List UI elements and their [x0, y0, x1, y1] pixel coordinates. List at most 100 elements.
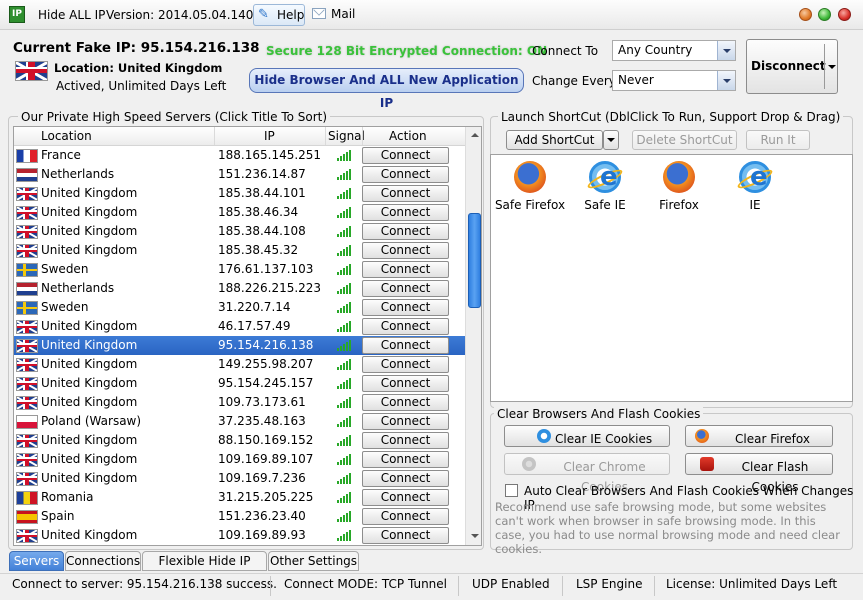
- chevron-down-icon[interactable]: [717, 71, 735, 90]
- disconnect-button[interactable]: Disconnect: [746, 39, 838, 94]
- signal-strength-icon: [337, 397, 351, 408]
- connect-button[interactable]: Connect: [362, 261, 449, 278]
- minimize-button[interactable]: [799, 8, 812, 21]
- column-header-action[interactable]: Action: [389, 129, 427, 143]
- change-every-select[interactable]: Never: [612, 70, 736, 91]
- server-location: United Kingdom: [41, 471, 138, 485]
- table-row[interactable]: United Kingdom 185.38.44.101 Connect: [14, 184, 465, 203]
- table-row[interactable]: United Kingdom 109.169.7.236 Connect: [14, 469, 465, 488]
- connect-button[interactable]: Connect: [362, 299, 449, 316]
- shortcut-label: Safe Firefox: [494, 198, 566, 212]
- connect-button[interactable]: Connect: [362, 204, 449, 221]
- server-ip: 185.38.46.34: [218, 205, 299, 219]
- connect-button[interactable]: Connect: [362, 451, 449, 468]
- auto-clear-checkbox[interactable]: [505, 484, 518, 497]
- add-shortcut-button[interactable]: Add ShortCut: [506, 130, 603, 150]
- table-row[interactable]: Sweden 176.61.137.103 Connect: [14, 260, 465, 279]
- connect-button[interactable]: Connect: [362, 470, 449, 487]
- run-it-button[interactable]: Run It: [746, 130, 810, 150]
- chevron-down-icon[interactable]: [828, 65, 836, 69]
- connect-button[interactable]: Connect: [362, 242, 449, 259]
- mail-icon: [312, 8, 326, 19]
- connect-button[interactable]: Connect: [362, 489, 449, 506]
- table-row[interactable]: United Kingdom 109.169.89.107 Connect: [14, 450, 465, 469]
- table-row[interactable]: Netherlands 151.236.14.87 Connect: [14, 165, 465, 184]
- server-ip: 149.255.98.207: [218, 357, 314, 371]
- table-row[interactable]: Sweden 31.220.7.14 Connect: [14, 298, 465, 317]
- table-row[interactable]: United Kingdom 95.154.216.138 Connect: [14, 336, 465, 355]
- table-row[interactable]: France 188.165.145.251 Connect: [14, 146, 465, 165]
- chevron-down-icon[interactable]: [717, 41, 735, 60]
- connect-button[interactable]: Connect: [362, 413, 449, 430]
- scroll-up-arrow-icon[interactable]: [467, 127, 481, 144]
- split-divider: [824, 44, 825, 89]
- connect-button[interactable]: Connect: [362, 166, 449, 183]
- scrollbar-thumb[interactable]: [468, 213, 481, 308]
- tab-flexible-hide-ip-rules[interactable]: Flexible Hide IP Rules: [142, 551, 267, 586]
- server-location: France: [41, 148, 81, 162]
- table-row[interactable]: United Kingdom 109.169.89.93 Connect: [14, 526, 465, 545]
- connect-button[interactable]: Connect: [362, 375, 449, 392]
- shortcut-firefox[interactable]: Firefox: [641, 161, 717, 212]
- app-name: Hide ALL IP: [38, 8, 106, 22]
- connect-button[interactable]: Connect: [362, 508, 449, 525]
- table-row[interactable]: United Kingdom 109.73.173.61 Connect: [14, 393, 465, 412]
- table-row[interactable]: United Kingdom 185.38.44.108 Connect: [14, 222, 465, 241]
- scroll-down-arrow-icon[interactable]: [467, 528, 481, 545]
- table-row[interactable]: Romania 31.215.205.225 Connect: [14, 488, 465, 507]
- se-flag-icon: [16, 263, 38, 277]
- server-table: Location IP Signal Action France 188.165.…: [13, 126, 482, 546]
- clear-ie-cookies-button[interactable]: Clear IE Cookies: [504, 425, 670, 447]
- clear-firefox-cookies-button[interactable]: Clear Firefox Cookies: [685, 425, 833, 466]
- connect-button[interactable]: Connect: [362, 280, 449, 297]
- server-location: United Kingdom: [41, 433, 138, 447]
- table-row[interactable]: United Kingdom 95.154.245.157 Connect: [14, 374, 465, 393]
- server-location: United Kingdom: [41, 319, 138, 333]
- shortcut-safe-ie[interactable]: Safe IE: [567, 161, 643, 212]
- connect-button[interactable]: Connect: [362, 337, 449, 354]
- server-location: Sweden: [41, 262, 89, 276]
- connect-button[interactable]: Connect: [362, 527, 449, 544]
- table-row[interactable]: United Kingdom 46.17.57.49 Connect: [14, 317, 465, 336]
- column-header-signal[interactable]: Signal: [328, 129, 365, 143]
- connect-button[interactable]: Connect: [362, 147, 449, 164]
- table-row[interactable]: Netherlands 188.226.215.223 Connect: [14, 279, 465, 298]
- connect-button[interactable]: Connect: [362, 394, 449, 411]
- column-header-location[interactable]: Location: [41, 129, 92, 143]
- table-row[interactable]: United Kingdom 88.150.169.152 Connect: [14, 431, 465, 450]
- nl-flag-icon: [16, 168, 38, 182]
- table-row[interactable]: Poland (Warsaw) 37.235.48.163 Connect: [14, 412, 465, 431]
- connect-button[interactable]: Connect: [362, 185, 449, 202]
- connect-button[interactable]: Connect: [362, 318, 449, 335]
- server-ip: 88.150.169.152: [218, 433, 314, 447]
- tab-connections[interactable]: Connections: [65, 551, 141, 571]
- server-location: Netherlands: [41, 167, 115, 181]
- close-button[interactable]: [838, 8, 851, 21]
- connect-to-select[interactable]: Any Country: [612, 40, 736, 61]
- hide-browser-button[interactable]: Hide Browser And ALL New Application IP: [249, 68, 524, 110]
- mail-button[interactable]: Mail: [310, 4, 360, 26]
- signal-strength-icon: [337, 359, 351, 370]
- tab-other-settings[interactable]: Other Settings: [268, 551, 359, 571]
- server-location: United Kingdom: [41, 452, 138, 466]
- table-row[interactable]: Spain 151.236.23.40 Connect: [14, 507, 465, 526]
- help-button[interactable]: ✎ Help: [253, 4, 305, 26]
- connect-button[interactable]: Connect: [362, 432, 449, 449]
- clear-flash-cookies-button[interactable]: Clear Flash Cookies: [685, 453, 833, 494]
- tab-servers[interactable]: Servers: [9, 551, 64, 571]
- fr-flag-icon: [16, 149, 38, 163]
- connect-button[interactable]: Connect: [362, 223, 449, 240]
- add-shortcut-dropdown-icon[interactable]: [603, 130, 619, 150]
- connect-button[interactable]: Connect: [362, 356, 449, 373]
- server-table-scrollbar[interactable]: [465, 127, 481, 545]
- column-header-ip[interactable]: IP: [264, 129, 275, 143]
- shortcut-safe-firefox[interactable]: Safe Firefox: [492, 161, 568, 212]
- table-row[interactable]: United Kingdom 185.38.46.34 Connect: [14, 203, 465, 222]
- server-ip: 185.38.45.32: [218, 243, 299, 257]
- delete-shortcut-button[interactable]: Delete ShortCut: [632, 130, 737, 150]
- table-row[interactable]: United Kingdom 149.255.98.207 Connect: [14, 355, 465, 374]
- maximize-button[interactable]: [818, 8, 831, 21]
- shortcut-ie[interactable]: IE: [717, 161, 793, 212]
- clear-chrome-cookies-button[interactable]: Clear Chrome Cookies: [504, 453, 670, 494]
- table-row[interactable]: United Kingdom 185.38.45.32 Connect: [14, 241, 465, 260]
